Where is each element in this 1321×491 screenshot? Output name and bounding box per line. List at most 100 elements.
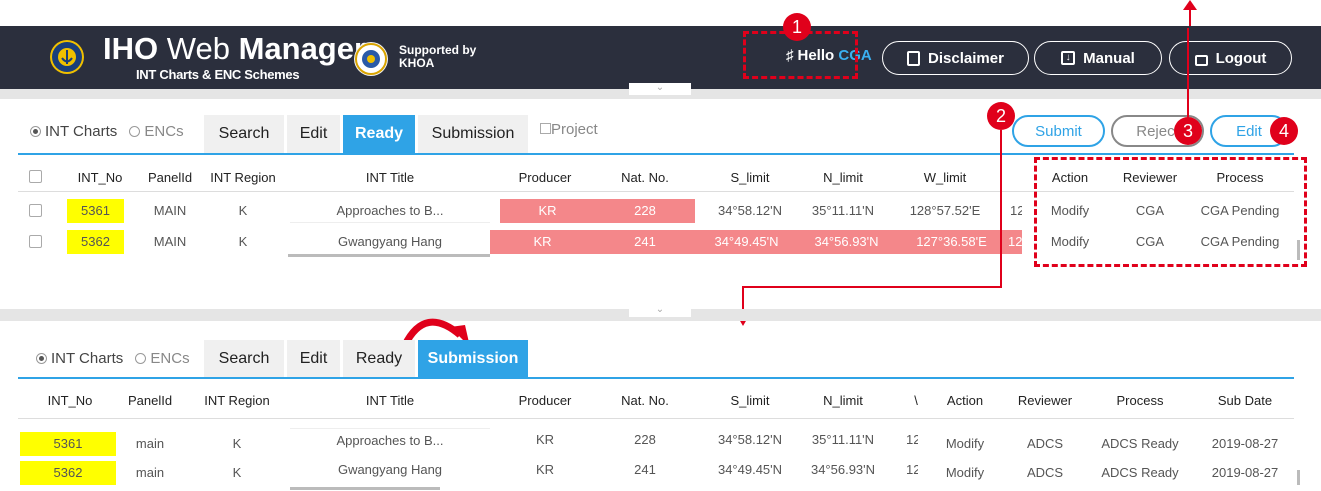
n-limit-cell: 35°11.11'N [811,203,875,218]
s-limit-cell: 34°49.45'N [717,462,783,477]
bottom-radio-group: INT Charts ENCs [36,350,190,367]
horizontal-scrollbar[interactable] [288,254,490,257]
col-panel-id[interactable]: PanelId [110,393,190,408]
tab-ready[interactable]: Ready [343,115,415,153]
top-tab-underline [18,153,1294,155]
radio-enc-label: ENCs [150,350,190,367]
col-action[interactable]: Action [930,393,1000,408]
producer-cell: KR [535,432,555,447]
annotation-line-h [742,286,1002,288]
col-s-limit[interactable]: S_limit [705,393,795,408]
radio-selected-icon [30,126,41,137]
download-icon: ↓ [1061,51,1076,65]
row-checkbox[interactable] [29,204,42,217]
tab-search[interactable]: Search [204,115,284,153]
annotation-line-3 [1187,28,1189,120]
tab-edit[interactable]: Edit [287,115,340,153]
n-limit-cell: 34°56.93'N [798,230,895,254]
tab-edit[interactable]: Edit [287,340,340,378]
int-no-cell: 5361 [67,199,124,223]
logout-label: Logout [1215,49,1267,67]
app-header: IHO Web Manager INT Charts & ENC Schemes… [0,26,1321,89]
tab-search[interactable]: Search [204,340,284,378]
radio-int-charts[interactable]: INT Charts [30,123,117,140]
s-limit-cell: 34°49.45'N [695,230,798,254]
col-sub-date[interactable]: Sub Date [1195,393,1295,408]
manual-label: Manual [1083,49,1135,67]
col-process[interactable]: Process [1090,393,1190,408]
col-int-title[interactable]: INT Title [290,393,490,408]
producer-cell: KR [490,230,595,254]
project-label: Project [551,121,598,138]
action-cell: Modify [945,465,985,480]
radio-encs[interactable]: ENCs [129,123,184,140]
radio-unselected-icon [129,126,141,137]
tab-submission[interactable]: Submission [418,115,528,153]
bottom-tab-underline [18,377,1294,379]
khoa-logo-icon [354,42,388,76]
supporter-name: KHOA [399,56,435,70]
region-cell: K [238,234,248,249]
title-manager: Manager [238,31,367,66]
col-int-no[interactable]: INT_No [60,170,140,185]
disclaimer-label: Disclaimer [928,49,1004,67]
tab-ready[interactable]: Ready [343,340,415,378]
col-w-limit[interactable]: W_limit [895,170,995,185]
region-cell: K [238,203,248,218]
panel-cell: main [135,465,165,480]
process-cell: ADCS Ready [1101,436,1179,451]
select-all-checkbox[interactable] [29,170,42,183]
sub-date-cell: 2019-08-27 [1211,436,1279,451]
col-int-no[interactable]: INT_No [30,393,110,408]
chevron-down-icon[interactable]: ⌄ [629,305,691,317]
tab-submission[interactable]: Submission [418,340,528,378]
col-w-limit-cut[interactable]: \ [910,393,922,408]
s-limit-cell: 34°58.12'N [717,432,783,447]
submit-button[interactable]: Submit [1012,115,1105,147]
nat-cell: 241 [595,230,695,254]
col-int-region[interactable]: INT Region [198,170,288,185]
vertical-scrollbar[interactable] [1297,470,1300,485]
s-limit-cell: 34°58.12'N [717,203,783,218]
col-int-title[interactable]: INT Title [290,170,490,185]
iho-logo-icon [50,40,84,74]
col-int-region[interactable]: INT Region [192,393,282,408]
app-subtitle: INT Charts & ENC Schemes [136,67,300,82]
col-nat-no[interactable]: Nat. No. [600,170,690,185]
splitter-bar-2[interactable]: ⌄ [0,305,1321,321]
cut-cell: 12 [906,432,918,447]
project-checkbox[interactable]: Project [540,121,598,138]
radio-encs[interactable]: ENCs [135,350,190,367]
radio-selected-icon [36,353,47,364]
col-reviewer[interactable]: Reviewer [1005,393,1085,408]
col-s-limit[interactable]: S_limit [705,170,795,185]
horizontal-scrollbar[interactable] [290,487,440,490]
annotation-badge-1: 1 [783,13,811,41]
int-no-cell: 5362 [20,461,116,485]
int-no-cell: 5362 [67,230,124,254]
disclaimer-button[interactable]: Disclaimer [882,41,1029,75]
col-n-limit[interactable]: N_limit [798,170,888,185]
radio-int-label: INT Charts [51,350,124,367]
row-checkbox[interactable] [29,235,42,248]
title-web: Web [166,31,230,66]
title-cell: Gwangyang Hang [337,234,443,249]
cut-cell: 12 [1010,203,1022,218]
annotation-badge-2: 2 [987,102,1015,130]
producer-cell: KR [535,462,555,477]
radio-int-charts[interactable]: INT Charts [36,350,123,367]
manual-button[interactable]: ↓ Manual [1034,41,1162,75]
region-cell: K [232,465,242,480]
action-cell: Modify [945,436,985,451]
producer-cell: KR [500,199,595,223]
app-title: IHO Web Manager [103,32,366,66]
annotation-badge-4: 4 [1270,117,1298,145]
col-nat-no[interactable]: Nat. No. [600,393,690,408]
col-producer[interactable]: Producer [500,393,590,408]
col-n-limit[interactable]: N_limit [798,393,888,408]
w-limit-cell: 127°36.58'E [895,230,1008,254]
chevron-down-icon[interactable]: ⌄ [629,83,691,95]
splitter-bar[interactable]: ⌄ [0,83,1321,99]
title-iho: IHO [103,31,159,66]
col-producer[interactable]: Producer [500,170,590,185]
